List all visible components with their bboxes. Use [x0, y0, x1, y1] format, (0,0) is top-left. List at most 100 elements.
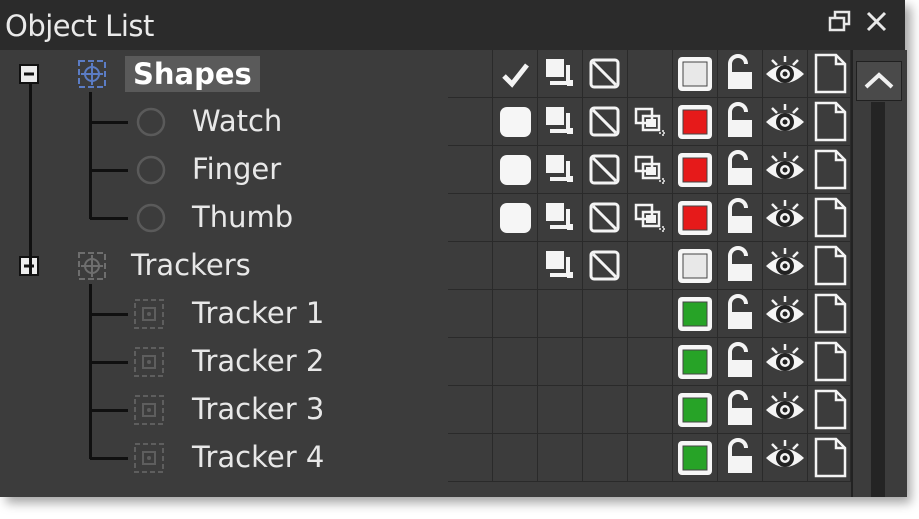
tree-item[interactable]: Tracker 1 — [0, 290, 448, 338]
attribute-cell[interactable] — [493, 290, 538, 338]
attribute-cell[interactable] — [583, 242, 628, 290]
float-window-button[interactable] — [826, 8, 854, 36]
attribute-cell[interactable] — [493, 146, 538, 194]
attribute-cell[interactable] — [628, 386, 673, 434]
attribute-cell[interactable] — [763, 50, 808, 98]
attribute-cell[interactable] — [808, 290, 851, 338]
attribute-cell[interactable] — [673, 242, 718, 290]
attribute-cell[interactable] — [628, 434, 673, 482]
object-tree: Shapes Watch Finger Thumb Trackers Tracker 1 T… — [0, 50, 448, 497]
attribute-cell[interactable] — [448, 290, 493, 338]
attribute-cell[interactable] — [493, 194, 538, 242]
tree-item[interactable]: Tracker 3 — [0, 386, 448, 434]
attribute-cell[interactable] — [448, 386, 493, 434]
attribute-cell[interactable] — [583, 194, 628, 242]
tree-item[interactable]: Tracker 2 — [0, 338, 448, 386]
attribute-cell[interactable] — [763, 338, 808, 386]
attribute-cell[interactable] — [808, 50, 851, 98]
attribute-cell[interactable] — [673, 98, 718, 146]
vertical-scrollbar[interactable] — [851, 50, 907, 497]
attribute-cell[interactable] — [493, 338, 538, 386]
attribute-cell[interactable] — [763, 290, 808, 338]
attribute-cell[interactable] — [763, 98, 808, 146]
attribute-cell[interactable] — [763, 194, 808, 242]
object-list-panel: Object List Shapes Watch Finger Thumb Tracke… — [0, 0, 907, 497]
attribute-cell[interactable] — [673, 50, 718, 98]
attribute-cell[interactable] — [538, 98, 583, 146]
attribute-cell[interactable] — [628, 146, 673, 194]
attribute-cell[interactable] — [673, 194, 718, 242]
attribute-cell[interactable] — [718, 146, 763, 194]
attribute-cell[interactable] — [628, 98, 673, 146]
attribute-cell[interactable] — [718, 98, 763, 146]
attribute-cell[interactable] — [493, 434, 538, 482]
tree-item[interactable]: Tracker 4 — [0, 434, 448, 482]
attribute-cell[interactable] — [718, 338, 763, 386]
attribute-cell[interactable] — [718, 194, 763, 242]
attribute-cell[interactable] — [538, 50, 583, 98]
attribute-cell[interactable] — [493, 50, 538, 98]
attribute-cell[interactable] — [673, 386, 718, 434]
attribute-cell[interactable] — [493, 98, 538, 146]
attribute-cell[interactable] — [808, 194, 851, 242]
tree-item[interactable]: Watch — [0, 98, 448, 146]
attribute-cell[interactable] — [718, 386, 763, 434]
scroll-up-button[interactable] — [856, 61, 902, 101]
attribute-cell[interactable] — [808, 338, 851, 386]
scroll-track[interactable] — [871, 102, 885, 497]
attribute-cell[interactable] — [583, 50, 628, 98]
attribute-cell[interactable] — [763, 386, 808, 434]
attribute-cell[interactable] — [673, 290, 718, 338]
attribute-cell[interactable] — [538, 386, 583, 434]
attribute-cell[interactable] — [583, 434, 628, 482]
attribute-cell[interactable] — [763, 242, 808, 290]
attribute-cell[interactable] — [538, 338, 583, 386]
attribute-cell[interactable] — [583, 290, 628, 338]
tree-item[interactable]: Finger — [0, 146, 448, 194]
attribute-cell[interactable] — [673, 146, 718, 194]
attribute-cell[interactable] — [538, 290, 583, 338]
attribute-cell[interactable] — [538, 146, 583, 194]
attribute-cell[interactable] — [718, 290, 763, 338]
tree-group-shapes[interactable]: Shapes — [0, 50, 448, 98]
attribute-cell[interactable] — [808, 98, 851, 146]
attribute-cell[interactable] — [448, 146, 493, 194]
attribute-cell[interactable] — [673, 434, 718, 482]
matte-mode-icon — [589, 202, 620, 233]
attribute-cell[interactable] — [538, 242, 583, 290]
attribute-cell[interactable] — [628, 338, 673, 386]
attribute-cell[interactable] — [583, 98, 628, 146]
attribute-cell[interactable] — [448, 98, 493, 146]
attribute-cell[interactable] — [493, 386, 538, 434]
attribute-cell[interactable] — [718, 434, 763, 482]
attribute-cell[interactable] — [808, 146, 851, 194]
attribute-cell[interactable] — [583, 386, 628, 434]
attribute-cell[interactable] — [448, 194, 493, 242]
attribute-cell[interactable] — [808, 434, 851, 482]
attribute-cell[interactable] — [493, 242, 538, 290]
close-button[interactable] — [863, 8, 891, 36]
tree-group-trackers[interactable]: Trackers — [0, 242, 448, 290]
attribute-cell[interactable] — [763, 434, 808, 482]
attribute-cell[interactable] — [718, 50, 763, 98]
attribute-cell[interactable] — [628, 194, 673, 242]
attribute-cell[interactable] — [538, 194, 583, 242]
collapse-toggle[interactable] — [19, 64, 39, 84]
attribute-cell[interactable] — [448, 434, 493, 482]
attribute-cell[interactable] — [628, 242, 673, 290]
attribute-cell[interactable] — [808, 242, 851, 290]
attribute-cell[interactable] — [718, 242, 763, 290]
attribute-cell[interactable] — [448, 50, 493, 98]
attribute-cell[interactable] — [628, 50, 673, 98]
tree-item[interactable]: Thumb — [0, 194, 448, 242]
attribute-cell[interactable] — [583, 338, 628, 386]
unlocked-lock-icon — [728, 438, 752, 473]
attribute-cell[interactable] — [808, 386, 851, 434]
attribute-cell[interactable] — [448, 338, 493, 386]
attribute-cell[interactable] — [763, 146, 808, 194]
attribute-cell[interactable] — [448, 242, 493, 290]
attribute-cell[interactable] — [628, 290, 673, 338]
attribute-cell[interactable] — [673, 338, 718, 386]
attribute-cell[interactable] — [538, 434, 583, 482]
attribute-cell[interactable] — [583, 146, 628, 194]
